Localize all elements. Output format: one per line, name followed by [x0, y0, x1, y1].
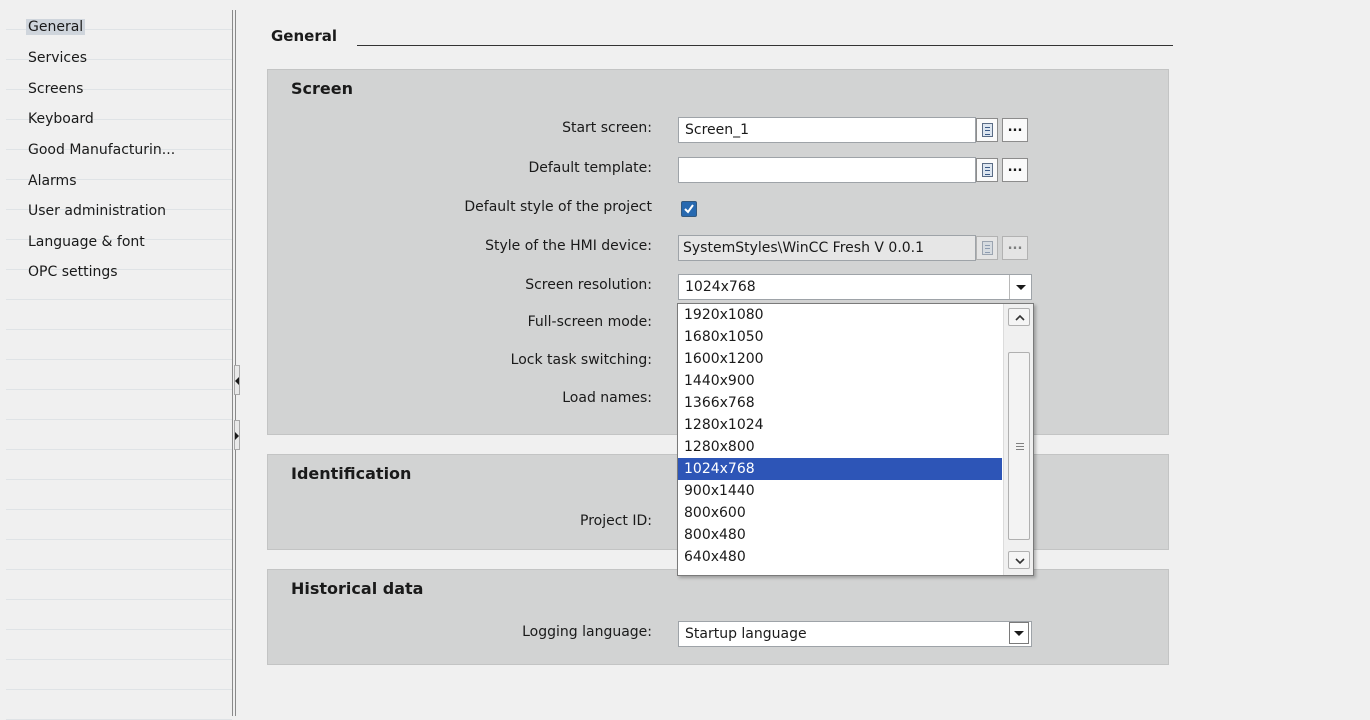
- nav-item-user-administration[interactable]: User administration: [6, 196, 232, 227]
- resolution-option-selected[interactable]: 1024x768: [678, 458, 1002, 480]
- default-template-list-button[interactable]: [976, 158, 998, 182]
- resolution-option[interactable]: 1280x800: [678, 436, 1002, 458]
- panel-splitter[interactable]: [232, 10, 246, 716]
- nav-item-good-manufacturing[interactable]: Good Manufacturin...: [6, 135, 232, 166]
- grip-line: [1016, 446, 1024, 447]
- default-template-label: Default template:: [528, 160, 652, 176]
- chevron-up-icon: [1015, 314, 1025, 321]
- resolution-option[interactable]: 1440x900: [678, 370, 1002, 392]
- hmi-style-field: SystemStyles\WinCC Fresh V 0.0.1: [678, 235, 976, 261]
- start-screen-list-button[interactable]: [976, 118, 998, 142]
- default-template-field[interactable]: [678, 157, 976, 183]
- default-template-browse-button[interactable]: ...: [1002, 158, 1028, 182]
- nav-item-screens[interactable]: Screens: [6, 74, 232, 105]
- nav-item-label: Language & font: [28, 234, 145, 250]
- start-screen-label: Start screen:: [562, 120, 652, 136]
- logging-language-dropdown-button[interactable]: [1009, 622, 1029, 644]
- resolution-option[interactable]: 900x1440: [678, 480, 1002, 502]
- section-title: Screen: [291, 79, 353, 98]
- start-screen-field[interactable]: Screen_1: [678, 117, 976, 143]
- chevron-down-icon: [1016, 285, 1026, 290]
- lock-task-label: Lock task switching:: [510, 352, 652, 368]
- page-title: General: [271, 27, 337, 45]
- settings-navigation: General Services Screens Keyboard Good M…: [6, 0, 232, 720]
- resolution-option[interactable]: 640x480: [678, 546, 1002, 568]
- nav-item-general[interactable]: General: [6, 12, 232, 43]
- list-icon: [982, 163, 993, 177]
- nav-item-label: Good Manufacturin...: [28, 142, 176, 158]
- nav-item-label: OPC settings: [28, 264, 118, 280]
- historical-data-section: Historical data Logging language: Startu…: [267, 569, 1169, 665]
- list-icon: [982, 241, 993, 255]
- project-id-label: Project ID:: [580, 513, 652, 529]
- resolution-option[interactable]: 800x600: [678, 502, 1002, 524]
- screen-resolution-label: Screen resolution:: [525, 277, 652, 293]
- nav-item-label: Alarms: [28, 173, 77, 189]
- resolution-option[interactable]: 1280x1024: [678, 414, 1002, 436]
- nav-item-label: Services: [28, 50, 88, 66]
- nav-item-label: Screens: [28, 81, 84, 97]
- default-style-label: Default style of the project: [464, 199, 652, 215]
- splitter-line: [235, 10, 236, 716]
- grip-line: [1016, 449, 1024, 450]
- logging-language-select[interactable]: Startup language: [678, 621, 1032, 647]
- nav-item-label: General: [26, 19, 86, 35]
- screen-resolution-dropdown-button[interactable]: [1009, 275, 1031, 299]
- scroll-down-button[interactable]: [1008, 551, 1030, 569]
- nav-item-language-font[interactable]: Language & font: [6, 227, 232, 258]
- resolution-option[interactable]: 1366x768: [678, 392, 1002, 414]
- content-area: General Screen Start screen: Screen_1 ..…: [247, 0, 1370, 716]
- nav-item-services[interactable]: Services: [6, 43, 232, 74]
- checkmark-icon: [684, 204, 694, 214]
- resolution-option[interactable]: 1680x1050: [678, 326, 1002, 348]
- section-title: Historical data: [291, 579, 424, 598]
- nav-item-keyboard[interactable]: Keyboard: [6, 104, 232, 135]
- nav-item-label: Keyboard: [28, 111, 94, 127]
- resolution-option[interactable]: 1920x1080: [678, 304, 1002, 326]
- logging-language-label: Logging language:: [522, 624, 652, 640]
- arrow-right-icon: [235, 432, 239, 440]
- nav-item-alarms[interactable]: Alarms: [6, 166, 232, 197]
- hmi-style-browse-button: ...: [1002, 236, 1028, 260]
- grip-line: [1016, 443, 1024, 444]
- arrow-left-icon: [235, 377, 239, 385]
- expand-right-button[interactable]: [234, 420, 240, 450]
- scroll-thumb[interactable]: [1008, 352, 1030, 540]
- chevron-down-icon: [1015, 558, 1025, 565]
- chevron-down-icon: [1014, 631, 1024, 636]
- list-icon: [982, 123, 993, 137]
- section-title: Identification: [291, 464, 412, 483]
- hmi-style-label: Style of the HMI device:: [485, 238, 652, 254]
- screen-resolution-dropdown-list[interactable]: 1920x1080 1680x1050 1600x1200 1440x900 1…: [677, 303, 1034, 576]
- load-names-label: Load names:: [562, 390, 652, 406]
- title-divider: [357, 45, 1173, 46]
- nav-item-label: User administration: [28, 203, 167, 219]
- nav-item-opc-settings[interactable]: OPC settings: [6, 257, 232, 288]
- screen-resolution-select[interactable]: 1024x768: [678, 274, 1032, 300]
- resolution-option[interactable]: 800x480: [678, 524, 1002, 546]
- start-screen-browse-button[interactable]: ...: [1002, 118, 1028, 142]
- dropdown-scrollbar[interactable]: [1003, 304, 1033, 575]
- scroll-up-button[interactable]: [1008, 308, 1030, 326]
- full-screen-label: Full-screen mode:: [527, 314, 652, 330]
- resolution-option[interactable]: 1600x1200: [678, 348, 1002, 370]
- splitter-line: [232, 10, 233, 716]
- default-style-checkbox[interactable]: [681, 201, 697, 217]
- collapse-left-button[interactable]: [234, 365, 240, 395]
- hmi-style-list-button: [976, 236, 998, 260]
